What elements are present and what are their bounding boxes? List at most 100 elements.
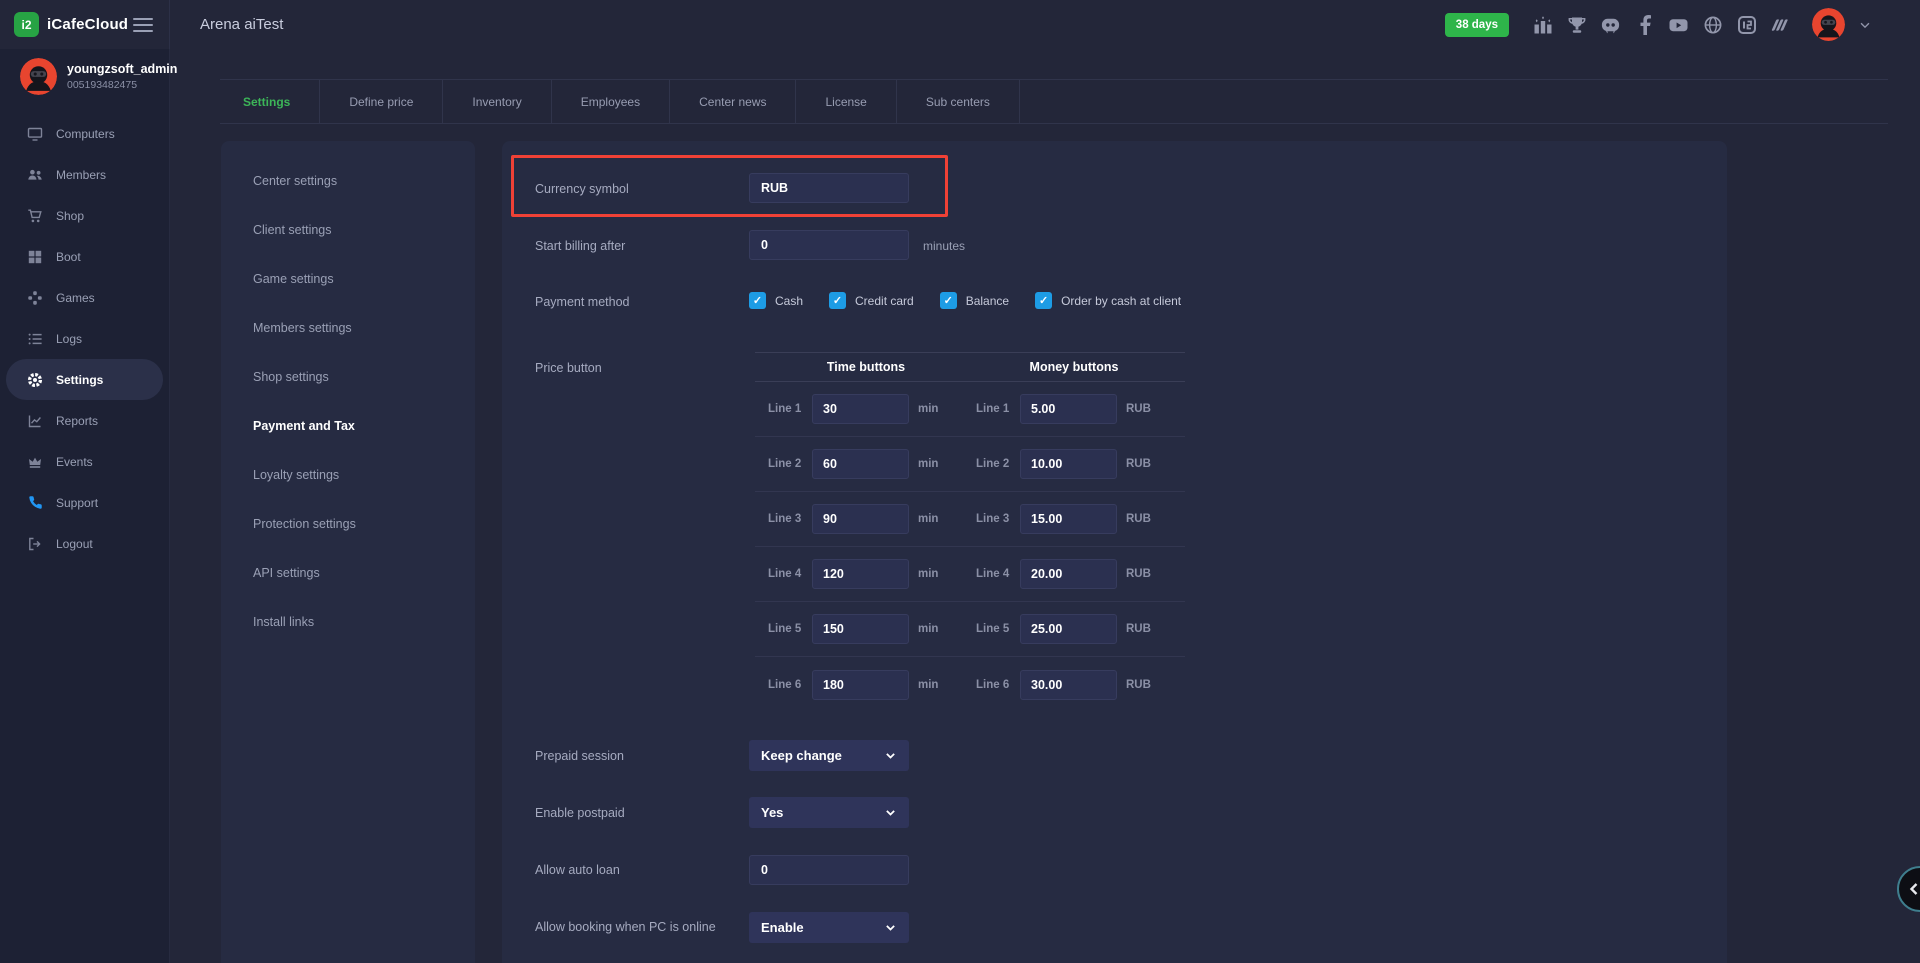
- allow-booking-select[interactable]: Enable: [749, 912, 909, 943]
- settings-menu: Center settings Client settings Game set…: [221, 141, 475, 963]
- trophy-icon[interactable]: [1566, 14, 1587, 35]
- chevron-down-icon: [884, 749, 897, 762]
- payment-tax-form: Currency symbol Start billing after minu…: [502, 141, 1727, 963]
- topbar-actions: 38 days: [1445, 8, 1920, 41]
- sidebar-item-events[interactable]: Events: [0, 441, 169, 482]
- account-caret-icon[interactable]: [1858, 18, 1872, 32]
- checkbox-checked-icon[interactable]: ✓: [829, 292, 846, 309]
- price-button-label: Price button: [535, 361, 602, 375]
- app-logo[interactable]: i2 iCafeCloud: [14, 12, 128, 37]
- reports-icon: [27, 413, 43, 429]
- money-line-2-input[interactable]: [1020, 449, 1117, 479]
- sidebar-item-label: Support: [56, 496, 98, 510]
- icafecloud-small-icon[interactable]: [1736, 14, 1757, 35]
- checkbox-checked-icon[interactable]: ✓: [749, 292, 766, 309]
- table-row: Line 4 min: [755, 547, 977, 602]
- money-buttons-table: Money buttons Line 1 RUB Line 2 RUB Line…: [963, 352, 1185, 712]
- time-line-5-input[interactable]: [812, 614, 909, 644]
- facebook-icon[interactable]: [1634, 14, 1655, 35]
- payment-option-credit-card[interactable]: ✓ Credit card: [829, 292, 914, 309]
- menu-item-loyalty-settings[interactable]: Loyalty settings: [221, 450, 475, 499]
- time-line-3-input[interactable]: [812, 504, 909, 534]
- licenses-icon[interactable]: [1770, 14, 1791, 35]
- checkbox-checked-icon[interactable]: ✓: [1035, 292, 1052, 309]
- prepaid-session-select[interactable]: Keep change: [749, 740, 909, 771]
- sidebar-item-support[interactable]: Support: [0, 482, 169, 523]
- menu-item-members-settings[interactable]: Members settings: [221, 303, 475, 352]
- time-line-2-input[interactable]: [812, 449, 909, 479]
- checkbox-label: Credit card: [855, 294, 914, 308]
- money-line-3-input[interactable]: [1020, 504, 1117, 534]
- panel-collapse-button[interactable]: [1897, 866, 1920, 912]
- row-label: Line 6: [768, 679, 812, 691]
- payment-option-order-by-cash[interactable]: ✓ Order by cash at client: [1035, 292, 1181, 309]
- allow-auto-loan-label: Allow auto loan: [535, 863, 620, 877]
- sidebar-user-avatar: [20, 58, 57, 95]
- sidebar-item-games[interactable]: Games: [0, 277, 169, 318]
- money-line-6-input[interactable]: [1020, 670, 1117, 700]
- globe-icon[interactable]: [1702, 14, 1723, 35]
- sidebar-item-shop[interactable]: Shop: [0, 195, 169, 236]
- start-billing-label: Start billing after: [535, 239, 625, 253]
- menu-item-protection-settings[interactable]: Protection settings: [221, 499, 475, 548]
- time-line-4-input[interactable]: [812, 559, 909, 589]
- enable-postpaid-select[interactable]: Yes: [749, 797, 909, 828]
- payment-option-cash[interactable]: ✓ Cash: [749, 292, 803, 309]
- checkbox-checked-icon[interactable]: ✓: [940, 292, 957, 309]
- tab-employees[interactable]: Employees: [552, 80, 670, 123]
- sidebar-item-boot[interactable]: Boot: [0, 236, 169, 277]
- menu-item-game-settings[interactable]: Game settings: [221, 254, 475, 303]
- sidebar-nav: Computers Members Shop Boot Games Logs S…: [0, 113, 169, 564]
- start-billing-input[interactable]: [749, 230, 909, 260]
- menu-icon[interactable]: [133, 18, 153, 32]
- sidebar-item-logs[interactable]: Logs: [0, 318, 169, 359]
- tab-settings[interactable]: Settings: [220, 80, 320, 123]
- youtube-icon[interactable]: [1668, 14, 1689, 35]
- table-row: Line 3 min: [755, 492, 977, 547]
- menu-item-client-settings[interactable]: Client settings: [221, 205, 475, 254]
- currency-symbol-input[interactable]: [749, 173, 909, 203]
- row-label: Line 2: [976, 458, 1020, 470]
- tab-license[interactable]: License: [796, 80, 896, 123]
- menu-item-payment-and-tax[interactable]: Payment and Tax: [221, 401, 475, 450]
- time-line-1-input[interactable]: [812, 394, 909, 424]
- money-line-5-input[interactable]: [1020, 614, 1117, 644]
- sidebar-item-logout[interactable]: Logout: [0, 523, 169, 564]
- row-label: Line 6: [976, 679, 1020, 691]
- icafecloud-logo-icon: i2: [14, 12, 39, 37]
- sidebar: youngzsoft_admin 005193482475 Computers …: [0, 49, 170, 963]
- user-avatar[interactable]: [1812, 8, 1845, 41]
- allow-auto-loan-input[interactable]: [749, 855, 909, 885]
- sidebar-item-computers[interactable]: Computers: [0, 113, 169, 154]
- days-left-badge[interactable]: 38 days: [1445, 13, 1509, 37]
- discord-icon[interactable]: [1600, 14, 1621, 35]
- sidebar-item-settings[interactable]: Settings: [6, 359, 163, 400]
- time-buttons-table: Time buttons Line 1 min Line 2 min Line …: [755, 352, 977, 712]
- time-line-6-input[interactable]: [812, 670, 909, 700]
- sidebar-item-members[interactable]: Members: [0, 154, 169, 195]
- row-suffix: RUB: [1126, 623, 1151, 635]
- chevron-down-icon: [884, 806, 897, 819]
- ranking-icon[interactable]: [1532, 14, 1553, 35]
- table-row: Line 4 RUB: [963, 547, 1185, 602]
- row-suffix: RUB: [1126, 568, 1151, 580]
- prepaid-session-label: Prepaid session: [535, 749, 624, 763]
- sidebar-item-reports[interactable]: Reports: [0, 400, 169, 441]
- tab-sub-centers[interactable]: Sub centers: [897, 80, 1020, 123]
- money-line-4-input[interactable]: [1020, 559, 1117, 589]
- user-block[interactable]: youngzsoft_admin 005193482475: [0, 49, 169, 95]
- row-label: Line 4: [768, 568, 812, 580]
- payment-option-balance[interactable]: ✓ Balance: [940, 292, 1009, 309]
- tab-center-news[interactable]: Center news: [670, 80, 796, 123]
- tab-define-price[interactable]: Define price: [320, 80, 443, 123]
- menu-item-center-settings[interactable]: Center settings: [221, 156, 475, 205]
- tab-inventory[interactable]: Inventory: [443, 80, 551, 123]
- topbar: i2 iCafeCloud Arena aiTest 38 days: [0, 0, 1920, 49]
- sidebar-item-label: Shop: [56, 209, 84, 223]
- support-icon: [27, 495, 43, 511]
- menu-item-shop-settings[interactable]: Shop settings: [221, 352, 475, 401]
- events-icon: [27, 454, 43, 470]
- menu-item-install-links[interactable]: Install links: [221, 597, 475, 646]
- money-line-1-input[interactable]: [1020, 394, 1117, 424]
- menu-item-api-settings[interactable]: API settings: [221, 548, 475, 597]
